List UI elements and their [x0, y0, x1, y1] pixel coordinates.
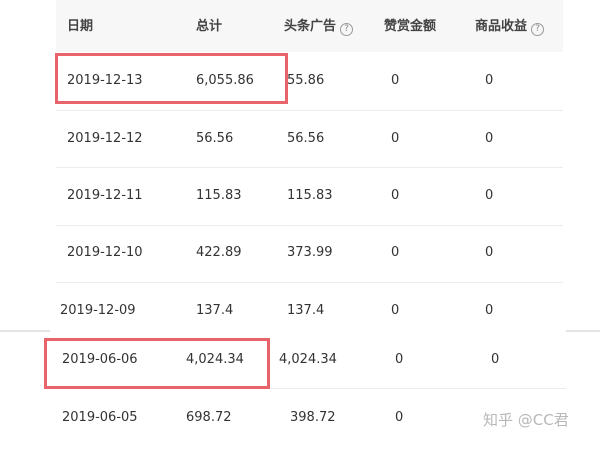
- cell-ads: 55.86: [287, 73, 325, 88]
- cell-goods: 0: [485, 303, 494, 318]
- row-divider: [56, 167, 563, 168]
- cell-ads: 56.56: [287, 131, 325, 146]
- earnings-table-top: 日期 总计 头条广告? 赞赏金额 商品收益? 2019-12-13 6,055.…: [56, 0, 563, 332]
- cell-ads: 398.72: [290, 410, 336, 425]
- header-goods: 商品收益?: [475, 19, 545, 36]
- cell-date: 2019-12-12: [67, 131, 143, 146]
- cell-ads: 137.4: [287, 303, 325, 318]
- cell-date: 2019-12-11: [67, 188, 143, 203]
- cell-tips: 0: [391, 131, 400, 146]
- cell-goods: 0: [485, 245, 494, 260]
- cell-total: 115.83: [196, 188, 242, 203]
- screenshot-canvas: 日期 总计 头条广告? 赞赏金额 商品收益? 2019-12-13 6,055.…: [0, 0, 600, 450]
- cell-goods: 0: [485, 188, 494, 203]
- highlight-box: [44, 338, 270, 389]
- cell-tips: 0: [391, 188, 400, 203]
- cell-total: 698.72: [186, 410, 232, 425]
- row-divider: [56, 110, 563, 111]
- help-icon[interactable]: ?: [531, 23, 545, 36]
- cell-tips: 0: [391, 303, 400, 318]
- row-divider: [56, 282, 563, 283]
- cell-total: 56.56: [196, 131, 234, 146]
- help-icon[interactable]: ?: [340, 23, 354, 36]
- header-toutiao-ads: 头条广告?: [284, 19, 354, 36]
- highlight-box: [55, 53, 288, 104]
- cell-tips: 0: [391, 73, 400, 88]
- header-total: 总计: [196, 19, 223, 34]
- cell-ads: 4,024.34: [279, 352, 337, 367]
- cell-tips: 0: [395, 410, 404, 425]
- cell-ads: 373.99: [287, 245, 333, 260]
- cell-tips: 0: [391, 245, 400, 260]
- header-tips: 赞赏金额: [384, 19, 437, 34]
- table-header: 日期 总计 头条广告? 赞赏金额 商品收益?: [56, 0, 563, 52]
- cell-date: 2019-12-09: [60, 303, 136, 318]
- cell-goods: 0: [485, 131, 494, 146]
- cell-date: 2019-12-10: [67, 245, 143, 260]
- header-toutiao-ads-label: 头条广告: [284, 19, 337, 34]
- cell-ads: 115.83: [287, 188, 333, 203]
- header-goods-label: 商品收益: [475, 19, 528, 34]
- cell-total: 422.89: [196, 245, 242, 260]
- row-divider: [56, 225, 563, 226]
- cell-tips: 0: [395, 352, 404, 367]
- header-date: 日期: [67, 19, 94, 34]
- watermark: 知乎 @CC君: [483, 411, 569, 429]
- cell-goods: 0: [491, 352, 500, 367]
- cell-goods: 0: [485, 73, 494, 88]
- cell-date: 2019-06-05: [62, 410, 138, 425]
- cell-total: 137.4: [196, 303, 234, 318]
